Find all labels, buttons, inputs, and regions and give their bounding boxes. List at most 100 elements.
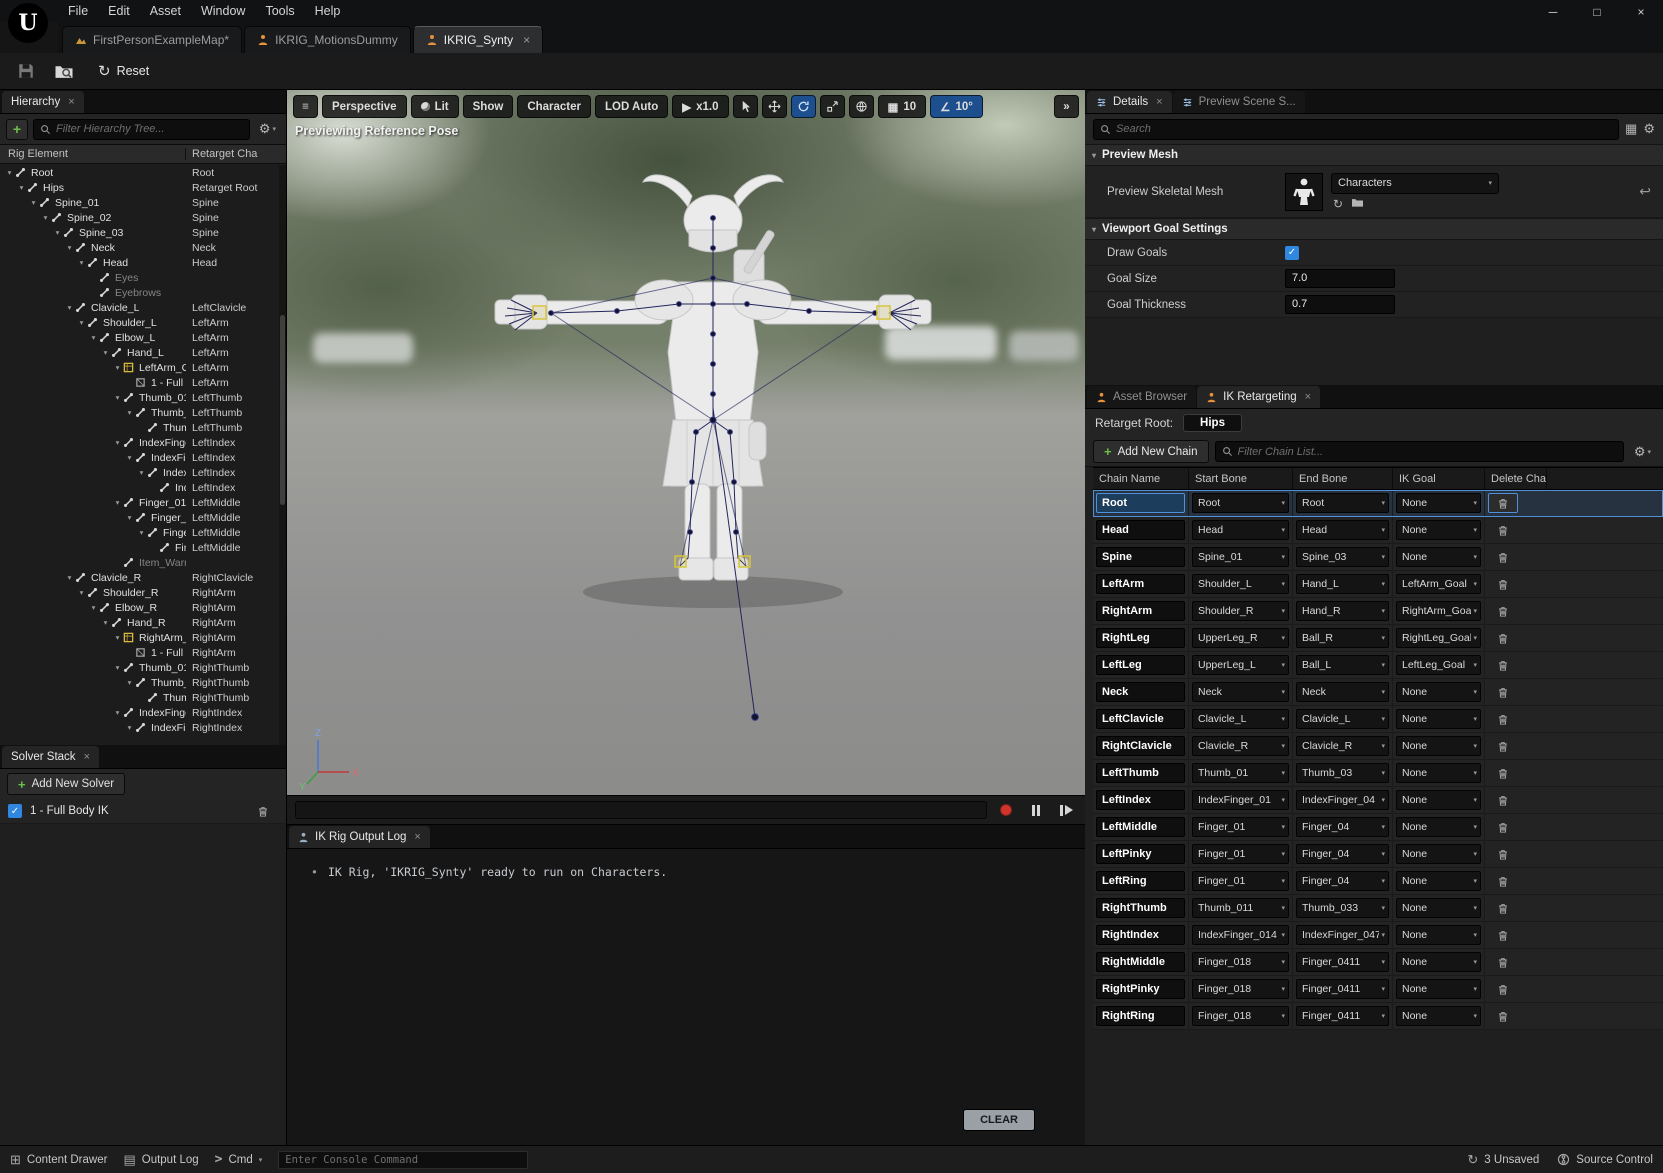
hierarchy-tree-row[interactable]: ▾ Neck Neck: [0, 240, 279, 255]
expander-icon[interactable]: ▾: [76, 258, 87, 267]
chain-row[interactable]: LeftMiddle Finger_01 ▾ Finger_04 ▾: [1093, 814, 1663, 841]
expander-icon[interactable]: ▾: [64, 243, 75, 252]
end-bone-dropdown[interactable]: Hand_L ▾: [1296, 574, 1389, 594]
ik-goal-dropdown[interactable]: None ▾: [1396, 898, 1481, 918]
expander-icon[interactable]: ▾: [16, 183, 27, 192]
menu-item[interactable]: Edit: [98, 2, 140, 20]
chain-row[interactable]: LeftArm Shoulder_L ▾ Hand_L ▾: [1093, 571, 1663, 598]
asset-tab[interactable]: FirstPersonExampleMap*: [62, 26, 242, 53]
maximize-icon[interactable]: □: [1575, 0, 1619, 24]
start-bone-dropdown[interactable]: Finger_01 ▾: [1192, 817, 1289, 837]
hierarchy-tree-row[interactable]: ▾ RightArm_Goal RightArm: [0, 630, 279, 645]
delete-chain-button[interactable]: [1488, 871, 1518, 891]
start-bone-dropdown[interactable]: Clavicle_R ▾: [1192, 736, 1289, 756]
end-bone-dropdown[interactable]: Finger_0411 ▾: [1296, 952, 1389, 972]
chain-name-field[interactable]: LeftLeg: [1096, 655, 1185, 675]
hierarchy-filter-input[interactable]: [56, 123, 243, 135]
delete-chain-button[interactable]: [1488, 952, 1518, 972]
chain-row[interactable]: LeftPinky Finger_01 ▾ Finger_04 ▾: [1093, 841, 1663, 868]
ik-goal-dropdown[interactable]: None ▾: [1396, 952, 1481, 972]
end-bone-dropdown[interactable]: IndexFinger_047 ▾: [1296, 925, 1389, 945]
expander-icon[interactable]: ▾: [4, 168, 15, 177]
solver-item[interactable]: ✓ 1 - Full Body IK: [0, 799, 286, 824]
delete-chain-button[interactable]: [1488, 574, 1518, 594]
console-command-input[interactable]: [278, 1151, 528, 1169]
ik-goal-dropdown[interactable]: LeftArm_Goal ▾: [1396, 574, 1481, 594]
delete-chain-button[interactable]: [1488, 547, 1518, 567]
play-speed-button[interactable]: ▶x1.0: [672, 95, 728, 118]
column-start-bone[interactable]: Start Bone: [1189, 468, 1293, 489]
chain-row[interactable]: RightClavicle Clavicle_R ▾ Clavicle_R ▾: [1093, 733, 1663, 760]
hierarchy-tree-row[interactable]: ▾ Thumb_022 RightThumb: [0, 675, 279, 690]
delete-chain-button[interactable]: [1488, 844, 1518, 864]
hierarchy-tree-row[interactable]: ▾ Root Root: [0, 165, 279, 180]
add-rig-element-button[interactable]: +: [6, 119, 28, 140]
hierarchy-tree-row[interactable]: 1 - Full Body IK LeftArm: [0, 375, 279, 390]
expander-icon[interactable]: ▾: [124, 513, 135, 522]
lit-mode-dropdown[interactable]: Lit: [411, 95, 459, 118]
expander-icon[interactable]: ▾: [112, 498, 123, 507]
chain-name-field[interactable]: LeftPinky: [1096, 844, 1185, 864]
ik-goal-dropdown[interactable]: None ▾: [1396, 979, 1481, 999]
expander-icon[interactable]: ▾: [88, 603, 99, 612]
menu-item[interactable]: Window: [191, 2, 255, 20]
chain-name-field[interactable]: Neck: [1096, 682, 1185, 702]
rotate-tool-button[interactable]: [791, 95, 816, 118]
delete-chain-button[interactable]: [1488, 1006, 1518, 1026]
hierarchy-tree-row[interactable]: ▾ Hips Retarget Root: [0, 180, 279, 195]
hierarchy-tree-row[interactable]: ▾ Hand_R RightArm: [0, 615, 279, 630]
expander-icon[interactable]: ▾: [112, 393, 123, 402]
ik-goal-dropdown[interactable]: None ▾: [1396, 493, 1481, 513]
hierarchy-tree-row[interactable]: ▾ Thumb_011 RightThumb: [0, 660, 279, 675]
hierarchy-tree-row[interactable]: ▾ Hand_L LeftArm: [0, 345, 279, 360]
hierarchy-tree-row[interactable]: ▾ IndexFinger_02 LeftIndex: [0, 450, 279, 465]
end-bone-dropdown[interactable]: Clavicle_L ▾: [1296, 709, 1389, 729]
column-retarget-chain[interactable]: Retarget Cha: [186, 148, 286, 160]
start-bone-dropdown[interactable]: Finger_018 ▾: [1192, 1006, 1289, 1026]
reset-to-default-icon[interactable]: ↩: [1639, 183, 1651, 200]
end-bone-dropdown[interactable]: Finger_0411 ▾: [1296, 979, 1389, 999]
start-bone-dropdown[interactable]: UpperLeg_R ▾: [1192, 628, 1289, 648]
ik-goal-dropdown[interactable]: None ▾: [1396, 547, 1481, 567]
expander-icon[interactable]: ▾: [124, 678, 135, 687]
reset-button[interactable]: ↻ Reset: [88, 59, 159, 83]
delete-chain-button[interactable]: [1488, 898, 1518, 918]
hierarchy-tree-row[interactable]: Thumb_033 RightThumb: [0, 690, 279, 705]
chain-row[interactable]: Root Root ▾ Root ▾: [1093, 490, 1663, 517]
record-button[interactable]: [995, 800, 1017, 820]
clear-log-button[interactable]: CLEAR: [963, 1109, 1035, 1131]
end-bone-dropdown[interactable]: Ball_L ▾: [1296, 655, 1389, 675]
chain-settings-button[interactable]: ⚙ ▾: [1630, 444, 1655, 460]
draw-goals-checkbox[interactable]: ✓: [1285, 246, 1299, 260]
end-bone-dropdown[interactable]: Finger_0411 ▾: [1296, 1006, 1389, 1026]
hierarchy-tree-row[interactable]: ▾ Elbow_L LeftArm: [0, 330, 279, 345]
end-bone-dropdown[interactable]: Thumb_03 ▾: [1296, 763, 1389, 783]
perspective-dropdown[interactable]: Perspective: [322, 95, 407, 118]
expander-icon[interactable]: ▾: [136, 468, 147, 477]
retarget-root-value[interactable]: Hips: [1183, 414, 1242, 432]
section-preview-mesh[interactable]: ▾ Preview Mesh: [1085, 144, 1663, 166]
move-tool-button[interactable]: [762, 95, 787, 118]
hierarchy-tree-row[interactable]: Item_WarriorSh: [0, 555, 279, 570]
unreal-logo[interactable]: U: [8, 3, 48, 43]
expander-icon[interactable]: ▾: [124, 408, 135, 417]
start-bone-dropdown[interactable]: IndexFinger_01 ▾: [1192, 790, 1289, 810]
delete-chain-button[interactable]: [1488, 790, 1518, 810]
expander-icon[interactable]: ▾: [76, 588, 87, 597]
show-dropdown[interactable]: Show: [463, 95, 514, 118]
tab-ik-rig-output-log[interactable]: IK Rig Output Log ×: [289, 826, 430, 848]
expander-icon[interactable]: ▾: [88, 333, 99, 342]
end-bone-dropdown[interactable]: Finger_04 ▾: [1296, 817, 1389, 837]
hierarchy-tree-row[interactable]: ▾ IndexFinger_014 RightIndex: [0, 705, 279, 720]
character-dropdown[interactable]: Character: [517, 95, 591, 118]
ik-goal-dropdown[interactable]: RightArm_Goal ▾: [1396, 601, 1481, 621]
source-control-button[interactable]: Source Control: [1557, 1152, 1653, 1168]
use-selected-asset-icon[interactable]: ↻: [1333, 197, 1343, 211]
scale-tool-button[interactable]: [820, 95, 845, 118]
expander-icon[interactable]: ▾: [28, 198, 39, 207]
end-bone-dropdown[interactable]: Hand_R ▾: [1296, 601, 1389, 621]
number-input[interactable]: 0.7: [1285, 295, 1395, 314]
viewport-options-button[interactable]: ≡: [293, 95, 318, 118]
details-tab[interactable]: Preview Scene S...: [1173, 91, 1305, 113]
hierarchy-tree-row[interactable]: ▾ Spine_01 Spine: [0, 195, 279, 210]
